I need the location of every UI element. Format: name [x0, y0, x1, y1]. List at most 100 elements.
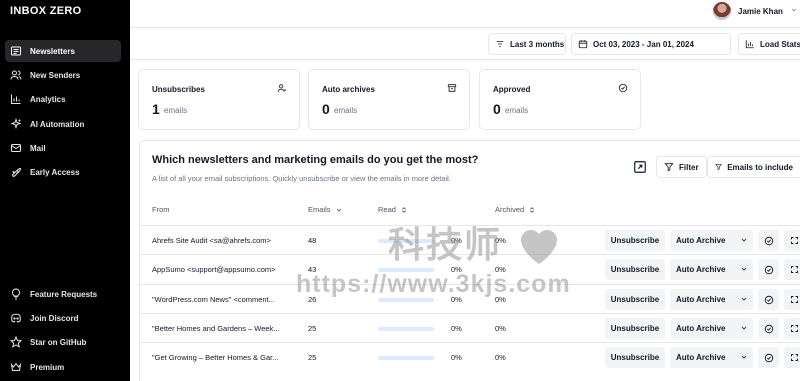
- mail-icon: [11, 144, 21, 152]
- period-label: Last 3 months: [510, 39, 565, 49]
- auto-archive-button[interactable]: Auto Archive: [670, 347, 753, 368]
- approve-button[interactable]: [758, 259, 779, 280]
- expand-icon: [790, 354, 798, 361]
- check-circle-icon: [618, 83, 628, 93]
- unsubscribe-button[interactable]: Unsubscribe: [605, 289, 665, 310]
- cell-from[interactable]: "WordPress.com News" <comment...: [152, 295, 300, 304]
- check-circle-icon: [764, 265, 773, 274]
- emails-to-include-label: Emails to include: [727, 162, 793, 172]
- sidebar-item-join-discord[interactable]: Join Discord: [5, 307, 121, 329]
- discord-icon: [11, 313, 21, 323]
- unsubscribe-button[interactable]: Unsubscribe: [605, 318, 665, 339]
- filter-label: Filter: [679, 162, 699, 172]
- approve-button[interactable]: [758, 230, 779, 251]
- sidebar-item-star-github[interactable]: Star on GitHub: [5, 331, 121, 353]
- column-header-read[interactable]: Read: [378, 205, 408, 214]
- approve-button[interactable]: [758, 289, 779, 310]
- expand-view-icon[interactable]: [633, 160, 647, 174]
- cell-read: 0%: [451, 353, 462, 362]
- panel-title: Which newsletters and marketing emails d…: [152, 154, 479, 166]
- column-header-emails[interactable]: Emails: [308, 205, 343, 214]
- sidebar-item-analytics[interactable]: Analytics: [5, 88, 121, 110]
- unsubscribe-button[interactable]: Unsubscribe: [605, 230, 665, 251]
- stat-unit: emails: [164, 106, 188, 115]
- period-select[interactable]: Last 3 months: [488, 33, 566, 55]
- filter-button[interactable]: Filter: [656, 156, 707, 178]
- sort-icon: [401, 206, 406, 213]
- sparkles-icon: [10, 118, 22, 130]
- auto-archive-label: Auto Archive: [676, 265, 726, 274]
- sidebar-item-label: Star on GitHub: [30, 337, 87, 347]
- check-circle-icon: [764, 324, 773, 333]
- users-icon: [10, 70, 22, 80]
- bar-chart-icon: [11, 94, 21, 104]
- sidebar-item-label: Join Discord: [30, 313, 79, 323]
- sidebar-item-new-senders[interactable]: New Senders: [5, 64, 121, 86]
- newsletter-icon: [11, 46, 21, 56]
- chevron-down-icon[interactable]: [790, 6, 798, 14]
- stat-card-unsubscribes: Unsubscribes 1 emails: [138, 69, 300, 130]
- cell-from[interactable]: "Better Homes and Gardens – Week...: [152, 324, 300, 333]
- expand-icon: [790, 325, 798, 332]
- sidebar-item-label: Premium: [30, 362, 65, 372]
- auto-archive-button[interactable]: Auto Archive: [670, 259, 753, 280]
- date-range-picker[interactable]: Oct 03, 2023 - Jan 01, 2024: [571, 33, 731, 55]
- auto-archive-label: Auto Archive: [676, 324, 726, 333]
- avatar[interactable]: [713, 2, 731, 20]
- table-row[interactable]: "Better Homes and Gardens – Week... 25 0% 0…: [139, 313, 800, 342]
- sidebar-item-mail[interactable]: Mail: [5, 137, 121, 159]
- stat-value: 0: [493, 101, 501, 117]
- expand-button[interactable]: [784, 347, 800, 368]
- auto-archive-button[interactable]: Auto Archive: [670, 318, 753, 339]
- stat-card-approved: Approved 0 emails: [479, 69, 641, 130]
- sidebar-item-feature-requests[interactable]: Feature Requests: [5, 283, 121, 305]
- cell-from[interactable]: AppSumo <support@appsumo.com>: [152, 265, 300, 274]
- read-progress-bar: [378, 327, 434, 331]
- chevron-down-icon: [741, 326, 747, 330]
- cell-read: 0%: [451, 324, 462, 333]
- auto-archive-button[interactable]: Auto Archive: [670, 289, 753, 310]
- cell-from[interactable]: Ahrefs Site Audit <sa@ahrefs.com>: [152, 236, 300, 245]
- watermark-text: 科技师: [388, 224, 503, 265]
- sidebar-item-ai-automation[interactable]: AI Automation: [5, 113, 121, 135]
- column-header-archived[interactable]: Archived: [495, 205, 536, 214]
- table-row[interactable]: "Get Growing – Better Homes & Gar... 25 0%…: [139, 342, 800, 371]
- load-stats-button[interactable]: Load Stats: [738, 33, 800, 55]
- stat-value: 1: [152, 101, 160, 117]
- column-header-from[interactable]: From: [152, 205, 170, 214]
- sidebar-item-label: Newsletters: [30, 46, 75, 56]
- expand-icon: [790, 237, 798, 244]
- approve-button[interactable]: [758, 347, 779, 368]
- emails-to-include-button[interactable]: Emails to include: [707, 156, 800, 178]
- sidebar-item-early-access[interactable]: Early Access: [5, 161, 121, 183]
- calendar-icon: [578, 40, 588, 49]
- expand-button[interactable]: [784, 318, 800, 339]
- stat-title: Unsubscribes: [152, 85, 205, 94]
- stat-value: 0: [322, 101, 330, 117]
- cell-from[interactable]: "Get Growing – Better Homes & Gar...: [152, 353, 300, 362]
- sidebar-item-label: Early Access: [30, 167, 80, 177]
- expand-button[interactable]: [784, 289, 800, 310]
- approve-button[interactable]: [758, 318, 779, 339]
- crown-icon: [10, 362, 22, 371]
- sidebar-item-label: New Senders: [30, 70, 81, 80]
- user-minus-icon: [277, 84, 287, 92]
- unsubscribe-button[interactable]: Unsubscribe: [605, 347, 665, 368]
- sidebar: INBOX ZERO Newsletters New Senders Analy…: [0, 0, 130, 381]
- expand-icon: [790, 266, 798, 273]
- expand-button[interactable]: [784, 259, 800, 280]
- column-header-label: Emails: [308, 205, 331, 214]
- auto-archive-button[interactable]: Auto Archive: [670, 230, 753, 251]
- sidebar-item-newsletters[interactable]: Newsletters: [5, 40, 121, 62]
- date-range-label: Oct 03, 2023 - Jan 01, 2024: [593, 39, 694, 49]
- watermark-url: https://www.3kjs.com: [296, 270, 571, 298]
- user-name[interactable]: Jamie Khan: [738, 7, 783, 16]
- unsubscribe-button[interactable]: Unsubscribe: [605, 259, 665, 280]
- archive-icon: [447, 84, 457, 92]
- sidebar-item-label: AI Automation: [30, 119, 85, 129]
- star-icon: [10, 336, 22, 348]
- auto-archive-label: Auto Archive: [676, 295, 726, 304]
- sidebar-item-premium[interactable]: Premium: [5, 356, 121, 378]
- expand-button[interactable]: [784, 230, 800, 251]
- auto-archive-label: Auto Archive: [676, 353, 726, 362]
